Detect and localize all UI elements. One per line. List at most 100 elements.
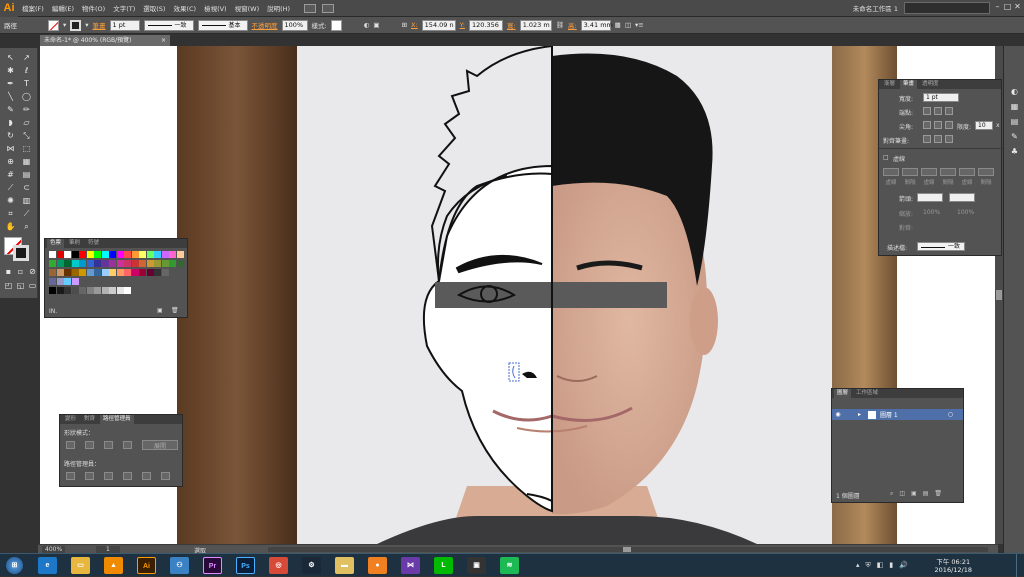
taskbar-visual-studio-icon[interactable]: ⋈: [401, 557, 420, 574]
width-field[interactable]: 1.023 m: [519, 19, 552, 31]
color-swatch[interactable]: [86, 269, 94, 276]
color-swatch[interactable]: [101, 260, 109, 267]
color-swatch[interactable]: [116, 260, 124, 267]
taskbar-ie-icon[interactable]: e: [38, 557, 57, 574]
eyedropper-tool-icon[interactable]: ⟋: [4, 182, 17, 193]
color-swatch[interactable]: [94, 251, 101, 258]
stroke-color-icon[interactable]: [70, 19, 82, 31]
color-swatch[interactable]: [79, 251, 86, 258]
taskbar-file-explorer-icon[interactable]: ▭: [71, 557, 90, 574]
new-layer-icon[interactable]: ▤: [923, 490, 929, 498]
color-swatch[interactable]: [146, 269, 154, 276]
align-center-button[interactable]: [923, 135, 931, 143]
pen-tool-icon[interactable]: ✒: [4, 78, 17, 89]
layer-name[interactable]: 圖層 1: [880, 410, 898, 419]
perspective-grid-tool-icon[interactable]: ▦: [20, 156, 33, 167]
hand-tool-icon[interactable]: ✋: [4, 221, 17, 232]
color-swatch[interactable]: [116, 269, 124, 276]
artboard-tool-icon[interactable]: ⌗: [4, 208, 17, 219]
color-swatch[interactable]: [131, 260, 139, 267]
color-swatch[interactable]: [124, 260, 131, 267]
artboard-navigator[interactable]: 1: [96, 546, 120, 553]
crop-button[interactable]: [123, 472, 132, 480]
taskbar-folder-icon[interactable]: ▬: [335, 557, 354, 574]
target-icon[interactable]: ○: [948, 411, 953, 418]
locate-object-icon[interactable]: ⌕: [890, 490, 893, 498]
taskbar-vlc-icon[interactable]: ▲: [104, 557, 123, 574]
menu-type[interactable]: 文字(T): [109, 3, 139, 13]
color-swatch[interactable]: [124, 269, 131, 276]
selection-tool-icon[interactable]: ↖: [4, 52, 17, 63]
start-arrowhead-select[interactable]: [917, 193, 943, 202]
color-swatch[interactable]: [94, 287, 101, 294]
color-swatch[interactable]: [169, 251, 176, 258]
screen-mode-icon[interactable]: ▭: [26, 280, 39, 291]
tab-transparency[interactable]: 透明度: [919, 80, 942, 89]
link-proportions-icon[interactable]: ⛓: [556, 21, 564, 29]
delete-swatch-icon[interactable]: 🗑: [171, 307, 179, 314]
color-swatch[interactable]: [101, 287, 109, 294]
start-button[interactable]: ⊞: [6, 557, 23, 574]
align-inside-button[interactable]: [934, 135, 942, 143]
dash-field-3[interactable]: [959, 168, 975, 176]
brush-definition[interactable]: 基本: [197, 19, 248, 31]
color-swatch[interactable]: [154, 251, 161, 258]
make-clipping-mask-icon[interactable]: ◫: [899, 490, 905, 498]
intersect-button[interactable]: [104, 441, 113, 449]
gap-field-2[interactable]: [940, 168, 956, 176]
color-swatch[interactable]: [49, 260, 56, 267]
color-swatch[interactable]: [64, 260, 71, 267]
color-swatch[interactable]: [49, 269, 56, 276]
divide-button[interactable]: [66, 472, 75, 480]
align-outside-button[interactable]: [945, 135, 953, 143]
color-swatch[interactable]: [109, 251, 116, 258]
graphic-style-swatch[interactable]: [330, 19, 342, 31]
miter-join-button[interactable]: [923, 121, 931, 129]
minus-back-button[interactable]: [161, 472, 170, 480]
eraser-tool-icon[interactable]: ▱: [20, 117, 33, 128]
menu-view[interactable]: 檢視(V): [200, 3, 231, 13]
color-swatch[interactable]: [94, 269, 101, 276]
reference-point-icon[interactable]: ⊞: [402, 21, 407, 29]
taskbar-illustrator-icon[interactable]: Ai: [137, 557, 156, 574]
exclude-button[interactable]: [123, 441, 132, 449]
tab-artboards[interactable]: 工作區域: [853, 389, 881, 398]
color-swatch[interactable]: [56, 260, 64, 267]
color-swatch[interactable]: [56, 251, 64, 258]
scale-tool-icon[interactable]: ⤡: [20, 130, 33, 141]
symbol-sprayer-tool-icon[interactable]: ✺: [4, 195, 17, 206]
color-swatch[interactable]: [64, 269, 71, 276]
color-swatch[interactable]: [131, 269, 139, 276]
dashed-line-checkbox[interactable]: □: [883, 154, 889, 161]
color-swatch[interactable]: [176, 260, 184, 267]
document-tab[interactable]: 未命名-1* @ 400% (RGB/預覽) ×: [40, 35, 170, 46]
distribute-icon[interactable]: ◫: [625, 21, 631, 29]
arrange-documents-icon[interactable]: [322, 3, 335, 13]
outline-button[interactable]: [142, 472, 151, 480]
tab-pathfinder[interactable]: 路徑管理員: [100, 415, 134, 424]
dash-field-2[interactable]: [921, 168, 937, 176]
taskbar-spotify-icon[interactable]: ≋: [500, 557, 519, 574]
menu-file[interactable]: 檔案(F): [18, 3, 48, 13]
color-swatch[interactable]: [109, 260, 116, 267]
color-swatch[interactable]: [131, 251, 139, 258]
gradient-tool-icon[interactable]: ▤: [20, 169, 33, 180]
shape-builder-tool-icon[interactable]: ⊕: [4, 156, 17, 167]
new-sublayer-icon[interactable]: ▣: [911, 490, 917, 498]
workspace-switcher[interactable]: 未命名工作區 1: [853, 3, 898, 13]
tray-icons[interactable]: ▴⛨◧▮🔊: [856, 561, 914, 570]
color-swatch[interactable]: [161, 260, 169, 267]
color-swatch[interactable]: [176, 251, 184, 258]
close-icon[interactable]: ✕: [1013, 2, 1022, 13]
butt-cap-button[interactable]: [923, 107, 931, 115]
color-swatch[interactable]: [64, 287, 71, 294]
horizontal-scroll-thumb[interactable]: [623, 547, 631, 552]
tab-swatches[interactable]: 色票: [47, 239, 65, 248]
menu-help[interactable]: 說明(H): [263, 3, 294, 13]
swatch-library-label[interactable]: IN.: [49, 308, 57, 315]
magic-wand-tool-icon[interactable]: ✱: [4, 65, 17, 76]
layer-row[interactable]: ◉ ▸ 圖層 1 ○: [832, 409, 963, 420]
color-swatch[interactable]: [139, 251, 146, 258]
panel-menu-icon[interactable]: ▾≡: [635, 21, 644, 29]
color-guide-icon[interactable]: ▦: [1008, 101, 1021, 112]
